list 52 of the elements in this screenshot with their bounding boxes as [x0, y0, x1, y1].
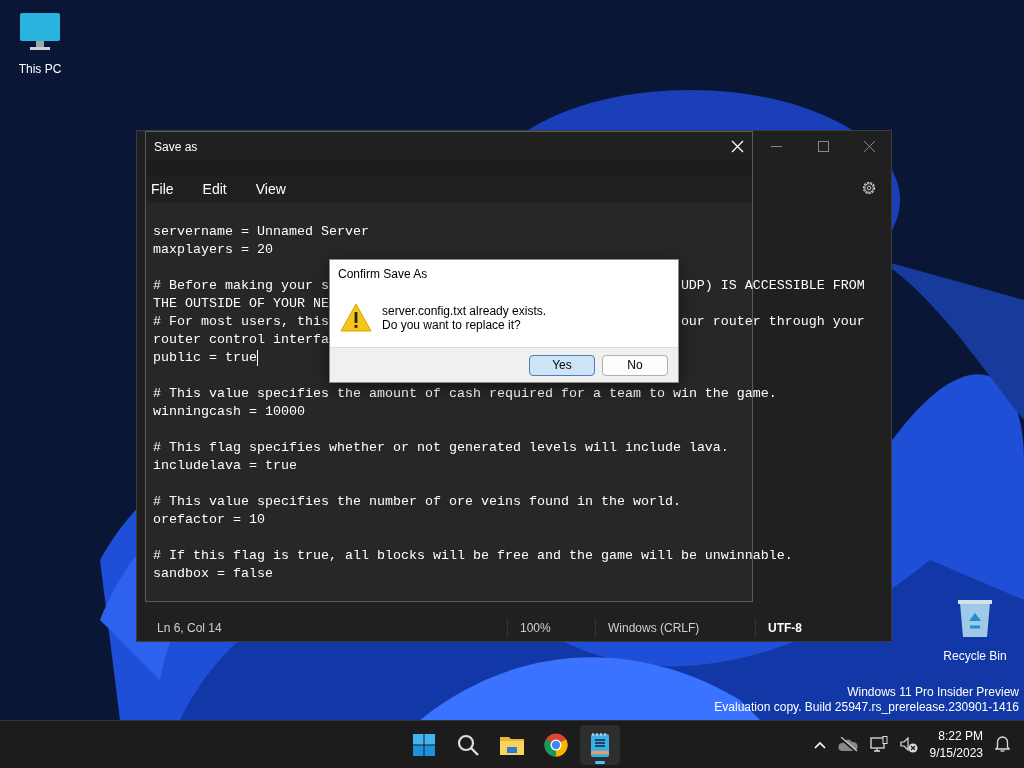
code-line: our router through your: [680, 313, 865, 331]
icon-label[interactable]: Recycle Bin: [943, 647, 1007, 665]
dialog-button[interactable]: Yes: [529, 354, 595, 376]
code-line: public = true: [153, 349, 257, 367]
code-line: servername = Unnamed Server: [153, 223, 369, 241]
settings-icon[interactable]: [861, 180, 877, 196]
recycle-bin-icon[interactable]: [956, 597, 994, 639]
clock[interactable]: 8:22 PM 9/15/2023: [929, 727, 983, 762]
cloud-icon[interactable]: [837, 736, 858, 753]
code-line: maxplayers = 20: [153, 241, 273, 259]
dialog-button[interactable]: No: [602, 354, 668, 376]
status-text: 100%: [507, 619, 595, 637]
code-line: winningcash = 10000: [153, 403, 305, 421]
start-icon: [413, 733, 435, 756]
icon-label[interactable]: This PC: [18, 60, 62, 78]
code-line: router control interfa: [153, 331, 329, 349]
menu-item[interactable]: View: [250, 176, 286, 202]
notepad-icon: [590, 731, 610, 758]
computer-icon[interactable]: [18, 12, 62, 52]
window-title: Save as: [154, 138, 198, 156]
dialog-message: server.config.txt already exists. Do you want to replace it?: [382, 303, 547, 332]
code-line: # This value specifies the amount of cash required for a team to win the game.: [153, 385, 777, 403]
maximize-icon: [817, 140, 829, 152]
taskbar-app[interactable]: [580, 724, 620, 765]
code-line: # If this flag is true, all blocks will be free and the game will be unwinnable.: [153, 547, 793, 565]
code-line: # Before making your s: [153, 277, 329, 295]
network-icon[interactable]: [869, 736, 888, 753]
notification-bell-icon[interactable]: [995, 736, 1010, 753]
chevron-up-icon[interactable]: [813, 740, 826, 749]
code-line: THE OUTSIDE OF YOUR NE: [153, 295, 329, 313]
menu-item[interactable]: File: [146, 176, 174, 202]
watermark-text: Evaluation copy. Build 25947.rs_prerelease.230901-1416: [714, 700, 1019, 715]
folder-icon: [500, 734, 524, 755]
browser-icon: [544, 732, 568, 757]
code-line: # This flag specifies whether or not generated levels will include lava.: [153, 439, 729, 457]
status-text: UTF-8: [755, 619, 865, 637]
code-line: includelava = true: [153, 457, 297, 475]
code-line: orefactor = 10: [153, 511, 265, 529]
code-line: # This value specifies the number of ore veins found in the world.: [153, 493, 681, 511]
volume-muted-icon[interactable]: [899, 736, 918, 753]
code-line: UDP) IS ACCESSIBLE FROM: [680, 277, 865, 295]
menu-item[interactable]: Edit: [197, 176, 227, 202]
search-icon: [457, 733, 479, 756]
warning-icon: [340, 303, 372, 332]
code-line: sandbox = false: [153, 565, 273, 583]
close-icon: [863, 140, 875, 152]
status-text: Windows (CRLF): [595, 619, 755, 637]
watermark-text: Windows 11 Pro Insider Preview: [846, 685, 1019, 700]
code-line: # For most users, this: [153, 313, 329, 331]
close-icon[interactable]: [731, 140, 744, 153]
dialog-title: Confirm Save As: [338, 266, 428, 283]
status-text: Ln 6, Col 14: [156, 620, 223, 637]
